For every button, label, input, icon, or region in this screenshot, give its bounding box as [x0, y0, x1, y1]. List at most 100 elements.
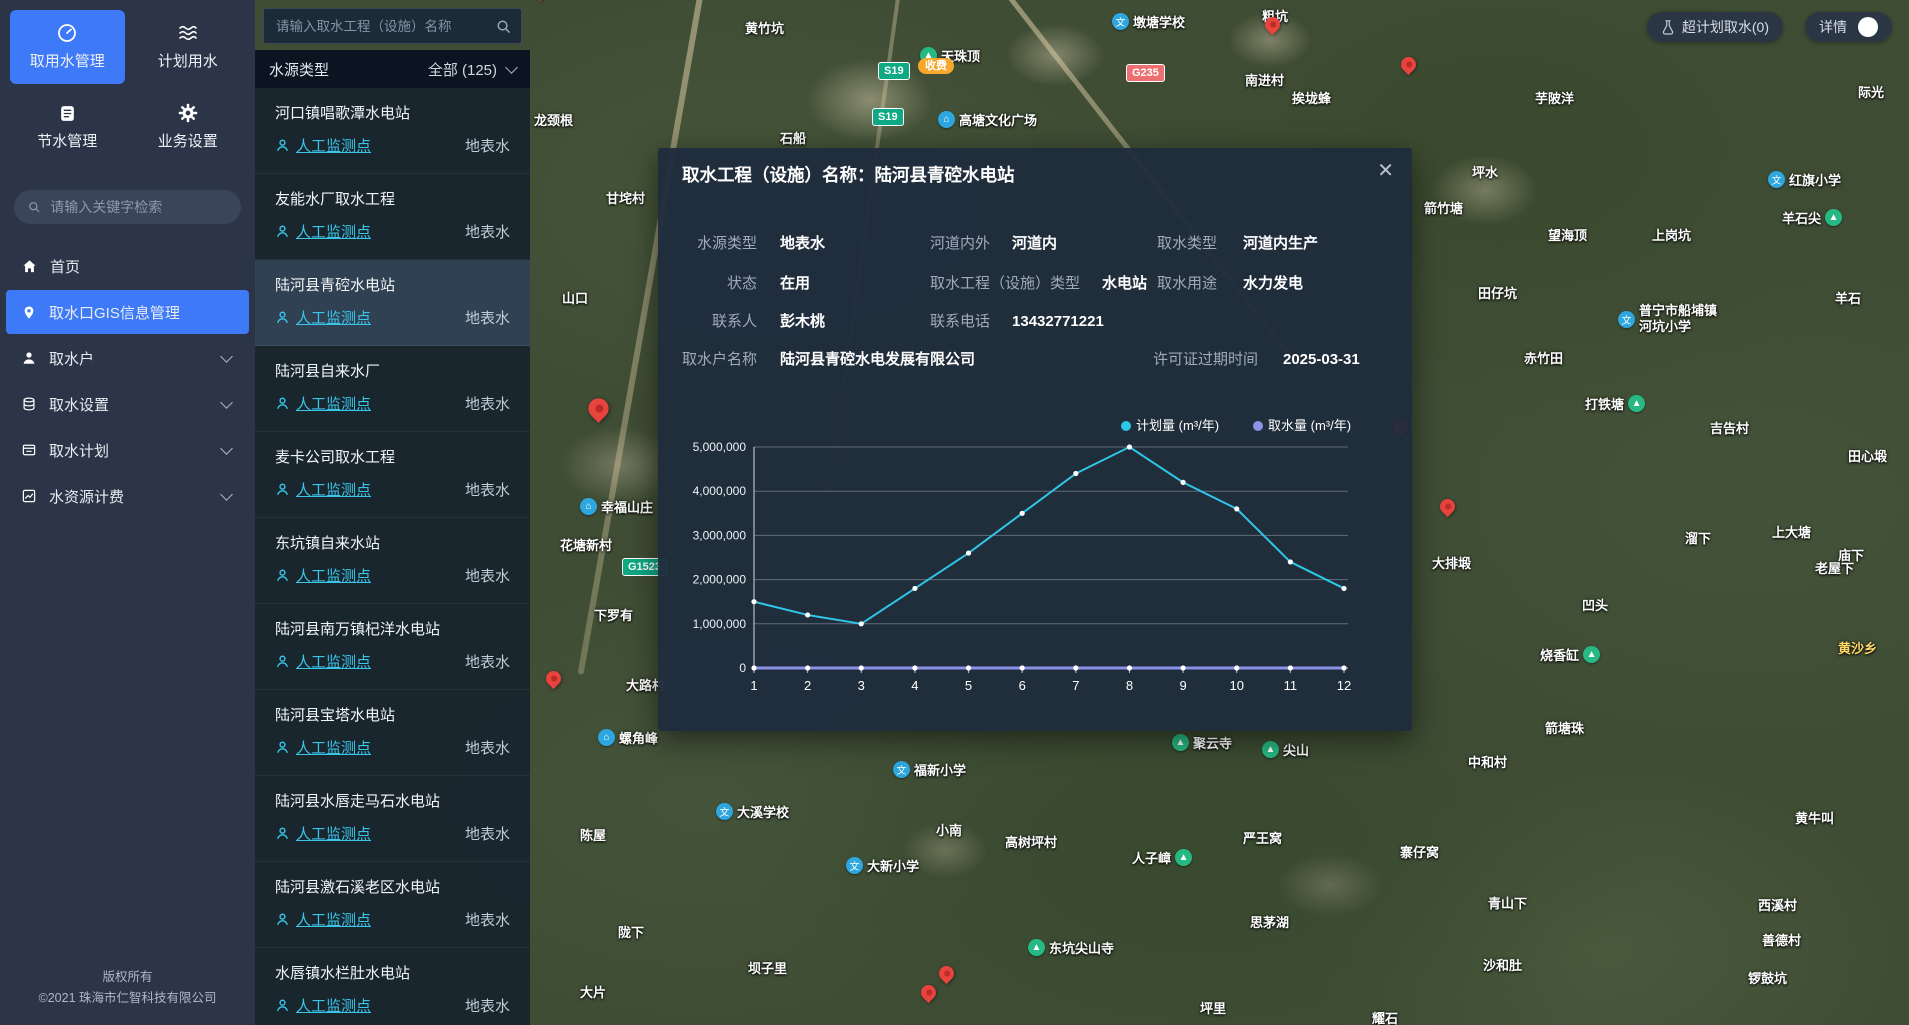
station-search-input[interactable]	[274, 18, 490, 35]
chevron-down-icon[interactable]	[220, 488, 233, 501]
svg-text:6: 6	[1019, 678, 1026, 693]
station-search[interactable]	[263, 8, 522, 44]
field-contact-phone: 联系电话13432771221	[930, 310, 1104, 331]
monitor-point-link[interactable]: 人工监测点	[275, 651, 371, 672]
search-icon[interactable]	[496, 19, 511, 34]
monitor-point-link[interactable]: 人工监测点	[275, 995, 371, 1016]
nav-item-water-users[interactable]: 取水户	[6, 336, 249, 380]
monitor-point-link[interactable]: 人工监测点	[275, 565, 371, 586]
monitor-point-label: 人工监测点	[296, 909, 371, 930]
red-map-pin[interactable]	[1262, 14, 1283, 35]
person-icon	[275, 482, 290, 497]
nav-item-home[interactable]: 首页	[6, 244, 249, 288]
map-label: 石船	[780, 128, 806, 147]
list-item-station[interactable]: 河口镇唱歌潭水电站 人工监测点 地表水	[255, 88, 530, 174]
filter-value-dropdown[interactable]: 全部 (125)	[428, 59, 516, 80]
nav-item-intake-gis[interactable]: 取水口GIS信息管理	[6, 290, 249, 334]
school-poi-icon: 文	[1112, 13, 1129, 30]
chevron-down-icon[interactable]	[220, 442, 233, 455]
water-source-type: 地表水	[465, 479, 510, 500]
list-item-station[interactable]: 陆河县宝塔水电站 人工监测点 地表水	[255, 690, 530, 776]
keyword-search-input[interactable]	[48, 198, 227, 216]
nav-item-intake-plan[interactable]: 取水计划	[6, 428, 249, 472]
over-plan-intake-button[interactable]: 超计划取水(0)	[1647, 12, 1783, 42]
map-label: 庙下	[1838, 545, 1864, 564]
legend-item[interactable]: 取水量 (m³/年)	[1253, 418, 1351, 433]
red-map-pin[interactable]	[584, 394, 613, 423]
person-icon	[275, 224, 290, 239]
chart-icon	[22, 489, 36, 503]
road-badge: S19	[872, 108, 904, 126]
map-label: 文普宁市船埔镇河坑小学	[1618, 303, 1717, 336]
modal-title: 取水工程（设施）名称：陆河县青硿水电站	[682, 162, 1015, 187]
red-map-pin[interactable]	[1437, 496, 1458, 517]
module-tile-business-settings[interactable]: 业务设置	[131, 90, 246, 164]
monitor-point-link[interactable]: 人工监测点	[275, 823, 371, 844]
map-label: 山口	[562, 288, 588, 307]
list-item-station[interactable]: 陆河县青硿水电站 人工监测点 地表水	[255, 260, 530, 346]
field-license-expiry: 许可证过期时间2025-03-31	[1113, 348, 1360, 369]
list-item-station[interactable]: 麦卡公司取水工程 人工监测点 地表水	[255, 432, 530, 518]
list-item-station[interactable]: 陆河县水唇走马石水电站 人工监测点 地表水	[255, 776, 530, 862]
list-item-station[interactable]: 陆河县南万镇杞洋水电站 人工监测点 地表水	[255, 604, 530, 690]
close-icon[interactable]: ✕	[1377, 158, 1394, 183]
module-tile-water-saving[interactable]: 节水管理	[10, 90, 125, 164]
map-label: 文福新小学	[893, 760, 966, 779]
svg-text:0: 0	[739, 661, 746, 675]
svg-text:1: 1	[750, 678, 757, 693]
module-tile-water-use-management[interactable]: 取用水管理	[10, 10, 125, 84]
red-map-pin[interactable]	[918, 982, 939, 1003]
monitor-point-label: 人工监测点	[296, 737, 371, 758]
person-icon	[275, 998, 290, 1013]
sidebar-nav: 首页 取水口GIS信息管理 取水户	[0, 244, 255, 518]
sidebar-search[interactable]	[14, 190, 241, 224]
map-label: 锣鼓坑	[1748, 968, 1787, 987]
map-label: 严王窝	[1243, 828, 1282, 847]
waves-icon	[177, 23, 199, 43]
red-map-pin[interactable]	[1398, 54, 1419, 75]
svg-text:3: 3	[858, 678, 865, 693]
red-map-pin[interactable]	[936, 963, 957, 984]
map-label: 吉告村	[1710, 418, 1749, 437]
map-label: 赤竹田	[1524, 348, 1563, 367]
svg-text:5,000,000: 5,000,000	[693, 440, 747, 454]
list-item-station[interactable]: 水唇镇水栏肚水电站 人工监测点 地表水	[255, 948, 530, 1025]
detail-toggle-knob[interactable]	[1858, 17, 1878, 37]
nav-item-water-billing[interactable]: 水资源计费	[6, 474, 249, 518]
list-item-station[interactable]: 陆河县自来水厂 人工监测点 地表水	[255, 346, 530, 432]
map-label: ▲聚云寺	[1172, 733, 1232, 752]
chevron-down-icon[interactable]	[220, 396, 233, 409]
place-poi-icon: ⌂	[938, 111, 955, 128]
tile-label: 节水管理	[37, 130, 97, 151]
list-item-station[interactable]: 友能水厂取水工程 人工监测点 地表水	[255, 174, 530, 260]
monitor-point-link[interactable]: 人工监测点	[275, 737, 371, 758]
monitor-point-link[interactable]: 人工监测点	[275, 393, 371, 414]
station-list: 河口镇唱歌潭水电站 人工监测点 地表水 友能水厂取水工程 人工监测点 地表水	[255, 88, 530, 1025]
water-source-type: 地表水	[465, 909, 510, 930]
detail-toggle[interactable]: 详情	[1805, 12, 1892, 42]
search-icon	[28, 200, 40, 214]
legend-item[interactable]: 计划量 (m³/年)	[1121, 418, 1219, 433]
monitor-point-link[interactable]: 人工监测点	[275, 909, 371, 930]
list-item-station[interactable]: 东坑镇自来水站 人工监测点 地表水	[255, 518, 530, 604]
filter-label: 水源类型	[269, 59, 329, 80]
station-name: 陆河县青硿水电站	[275, 260, 510, 295]
map-label: 西溪村	[1758, 895, 1797, 914]
monitor-point-link[interactable]: 人工监测点	[275, 135, 371, 156]
map-label: 下罗有	[594, 605, 633, 624]
mountain-poi-icon: ▲	[1172, 734, 1189, 751]
monitor-point-link[interactable]: 人工监测点	[275, 479, 371, 500]
map-label: 黄沙乡	[1838, 638, 1877, 657]
chevron-down-icon[interactable]	[220, 350, 233, 363]
module-tile-planned-water-use[interactable]: 计划用水	[131, 10, 246, 84]
map-label: 坝子里	[748, 958, 787, 977]
red-map-pin[interactable]	[543, 668, 564, 689]
monitor-point-link[interactable]: 人工监测点	[275, 221, 371, 242]
map-label: 望海顶	[1548, 225, 1587, 244]
list-item-station[interactable]: 陆河县激石溪老区水电站 人工监测点 地表水	[255, 862, 530, 948]
nav-item-intake-settings[interactable]: 取水设置	[6, 382, 249, 426]
red-map-pin[interactable]	[530, 0, 551, 1]
station-name: 陆河县水唇走马石水电站	[275, 776, 510, 811]
monitor-point-link[interactable]: 人工监测点	[275, 307, 371, 328]
svg-text:4,000,000: 4,000,000	[693, 484, 747, 498]
